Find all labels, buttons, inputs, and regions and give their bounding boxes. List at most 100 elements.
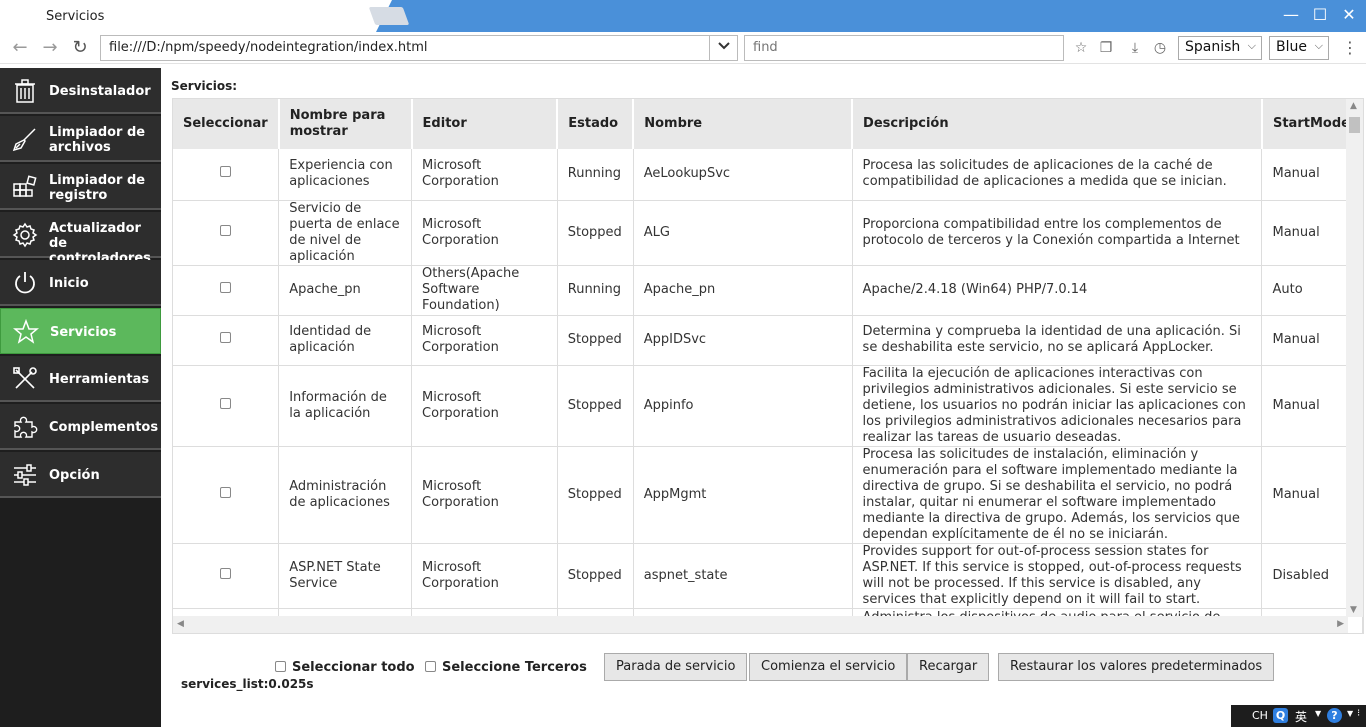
tab-servicios[interactable]: Servicios [0, 0, 392, 32]
browser-toolbar: ← → ↻ ☆ ❐ ⤓ ◷ Spanish ⌵ Blue ⌵ ⋮ [0, 32, 1366, 64]
scroll-down-icon[interactable]: ▼ [1350, 605, 1357, 615]
new-tab-button[interactable] [368, 7, 410, 25]
theme-select[interactable]: Blue ⌵ [1269, 36, 1329, 60]
sidebar-item-limpiador-archivos[interactable]: Limpiador de archivos [0, 116, 161, 162]
sidebar-item-opcion[interactable]: Opción [0, 452, 161, 498]
chevron-down-icon: ⌵ [1247, 39, 1256, 52]
select-all-checkbox[interactable]: Seleccionar todo [275, 660, 415, 675]
col-header-description[interactable]: Descripción [852, 99, 1263, 149]
url-bar[interactable] [100, 35, 738, 61]
sidebar-item-label: Opción [49, 468, 100, 483]
page-title: Servicios: [171, 79, 238, 93]
sidebar-item-servicios[interactable]: Servicios [0, 308, 161, 354]
cell-display-name: Información de la aplicación [278, 365, 413, 447]
row-checkbox[interactable] [220, 224, 232, 236]
horizontal-scrollbar[interactable]: ◀ ▶ [173, 616, 1348, 633]
cell-display-name: Apache_pn [278, 265, 413, 316]
col-header-select[interactable]: Seleccionar [173, 99, 280, 149]
row-select-cell [173, 149, 280, 201]
sidebar-item-complementos[interactable]: Complementos [0, 404, 161, 450]
cell-display-name: Administración de aplicaciones [278, 446, 413, 544]
ime-options-icon[interactable]: ▼ [1347, 709, 1353, 718]
ime-language[interactable]: CH [1252, 709, 1268, 722]
start-service-button[interactable]: Comienza el servicio [749, 653, 908, 681]
language-value: Spanish [1185, 39, 1241, 55]
cell-state: Stopped [557, 365, 634, 447]
checkbox[interactable] [275, 661, 286, 672]
cell-editor: Others(Apache Software Foundation) [411, 265, 558, 316]
col-header-name[interactable]: Nombre [633, 99, 854, 149]
table-row[interactable]: Información de la aplicación Microsoft C… [173, 365, 1363, 447]
find-input[interactable] [753, 40, 1053, 55]
download-icon[interactable]: ⤓ [1126, 39, 1144, 57]
scroll-up-icon[interactable]: ▲ [1350, 101, 1357, 111]
title-bar: Servicios — ☐ ✕ [0, 0, 1366, 32]
star-icon[interactable]: ☆ [1072, 39, 1090, 57]
sidebar-item-limpiador-registro[interactable]: Limpiador de registro [0, 164, 161, 210]
restore-defaults-button[interactable]: Restaurar los valores predeterminados [998, 653, 1275, 681]
ime-dropdown-icon[interactable]: ▼ [1315, 709, 1321, 718]
cell-state: Stopped [557, 200, 634, 266]
sidebar-item-herramientas[interactable]: Herramientas [0, 356, 161, 402]
col-header-state[interactable]: Estado [557, 99, 635, 149]
row-checkbox[interactable] [220, 486, 232, 498]
close-button[interactable]: ✕ [1336, 4, 1362, 26]
cell-editor: Microsoft Corporation [411, 200, 558, 266]
scroll-right-icon[interactable]: ▶ [1337, 619, 1344, 629]
vertical-scrollbar[interactable]: ▲ ▼ [1346, 99, 1363, 617]
reload-button[interactable]: Recargar [907, 653, 990, 681]
theme-value: Blue [1276, 39, 1307, 55]
table-row[interactable]: Experiencia con aplicaciones Microsoft C… [173, 149, 1363, 201]
row-select-cell [173, 446, 280, 544]
sidebar-item-actualizador[interactable]: Actualizador de controladores [0, 212, 161, 266]
row-select-cell [173, 265, 280, 316]
tools-icon [13, 367, 37, 389]
cell-description: Procesa las solicitudes de aplicaciones … [852, 149, 1263, 201]
checkbox[interactable] [425, 661, 436, 672]
sidebar-item-inicio[interactable]: Inicio [0, 260, 161, 306]
table-row[interactable]: Identidad de aplicación Microsoft Corpor… [173, 315, 1363, 366]
col-header-display-name[interactable]: Nombre para mostrar [278, 99, 413, 149]
table-row[interactable]: Administración de aplicaciones Microsoft… [173, 446, 1363, 544]
stop-service-button[interactable]: Parada de servicio [604, 653, 748, 681]
col-header-editor[interactable]: Editor [411, 99, 559, 149]
scroll-left-icon[interactable]: ◀ [177, 619, 184, 629]
row-checkbox[interactable] [220, 567, 232, 579]
reload-icon[interactable]: ↻ [70, 38, 90, 58]
chevron-down-icon[interactable] [709, 36, 737, 60]
copy-icon[interactable]: ❐ [1097, 39, 1115, 57]
back-icon[interactable]: ← [10, 38, 30, 58]
history-icon[interactable]: ◷ [1151, 39, 1169, 57]
search-icon[interactable]: Q [1273, 708, 1288, 723]
select-third-party-checkbox[interactable]: Seleccione Terceros [425, 660, 587, 675]
row-checkbox[interactable] [220, 166, 232, 178]
url-input[interactable] [109, 40, 709, 55]
table-row[interactable]: Servicio de puerta de enlace de nivel de… [173, 200, 1363, 266]
language-select[interactable]: Spanish ⌵ [1178, 36, 1262, 60]
row-select-cell [173, 365, 280, 447]
row-checkbox[interactable] [220, 397, 232, 409]
maximize-button[interactable]: ☐ [1307, 4, 1333, 26]
sliders-icon [14, 464, 36, 486]
table-row[interactable]: Apache_pn Others(Apache Software Foundat… [173, 265, 1363, 316]
menu-icon[interactable]: ⋮ [1342, 38, 1358, 57]
help-icon[interactable]: ? [1327, 708, 1342, 723]
minimize-button[interactable]: — [1278, 4, 1304, 26]
cell-state: Stopped [557, 315, 634, 366]
ime-mode[interactable]: 英 [1295, 708, 1307, 725]
cell-name: AeLookupSvc [633, 149, 853, 201]
ime-more-icon[interactable]: ⁝ [1357, 708, 1360, 719]
puzzle-icon [14, 416, 38, 438]
tab-title: Servicios [46, 9, 105, 24]
row-checkbox[interactable] [220, 282, 232, 293]
find-box[interactable] [744, 35, 1064, 61]
row-checkbox[interactable] [220, 332, 232, 343]
sidebar-item-desinstalador[interactable]: Desinstalador [0, 68, 161, 114]
forward-icon[interactable]: → [40, 38, 60, 58]
cell-display-name: ASP.NET State Service [278, 543, 413, 609]
cell-name: aspnet_state [633, 543, 853, 609]
row-select-cell [173, 543, 280, 609]
sidebar-item-label: Servicios [50, 325, 117, 340]
scroll-thumb[interactable] [1349, 117, 1360, 133]
table-row[interactable]: ASP.NET State Service Microsoft Corporat… [173, 543, 1363, 609]
